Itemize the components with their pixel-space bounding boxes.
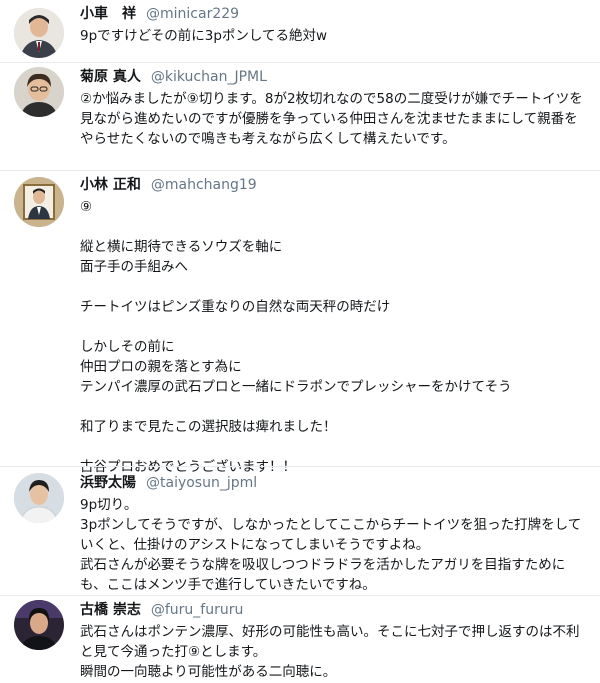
tweet-text: 9p切り。 3pポンしてそうですが、しなかったとしてここからチートイツを狙った打…	[80, 497, 582, 593]
divider	[0, 595, 600, 596]
display-name[interactable]: 古橋 崇志	[80, 600, 141, 620]
avatar[interactable]	[14, 177, 64, 227]
avatar[interactable]	[14, 473, 64, 523]
divider	[0, 466, 600, 467]
avatar[interactable]	[14, 8, 64, 58]
display-name[interactable]: 浜野太陽	[80, 473, 136, 493]
user-handle[interactable]: @kikuchan_JPML	[151, 67, 267, 87]
user-handle[interactable]: @mahchang19	[151, 175, 257, 195]
user-handle[interactable]: @minicar229	[146, 4, 239, 24]
avatar[interactable]	[14, 67, 64, 117]
user-handle[interactable]: @taiyosun_jpml	[146, 473, 257, 493]
tweet-text: ②か悩みましたが⑨切ります。8が2枚切れなので58の二度受けが嫌でチートイツを見…	[80, 91, 583, 147]
user-handle[interactable]: @furu_fururu	[151, 600, 244, 620]
tweet-text: 9pですけどその前に3pポンしてる絶対w	[80, 28, 328, 44]
avatar[interactable]	[14, 600, 64, 650]
divider	[0, 62, 600, 63]
display-name[interactable]: 菊原 真人	[80, 67, 141, 87]
divider	[0, 170, 600, 171]
tweet-text: 武石さんはポンテン濃厚、好形の可能性も高い。そこに七対子で押し返すのは不利と見て…	[80, 624, 580, 680]
tweet-text: ⑨ 縦と横に期待できるソウズを軸に 面子手の手組みへ チートイツはピンズ重なりの…	[80, 199, 512, 475]
display-name[interactable]: 小車 祥	[80, 4, 136, 24]
display-name[interactable]: 小林 正和	[80, 175, 141, 195]
